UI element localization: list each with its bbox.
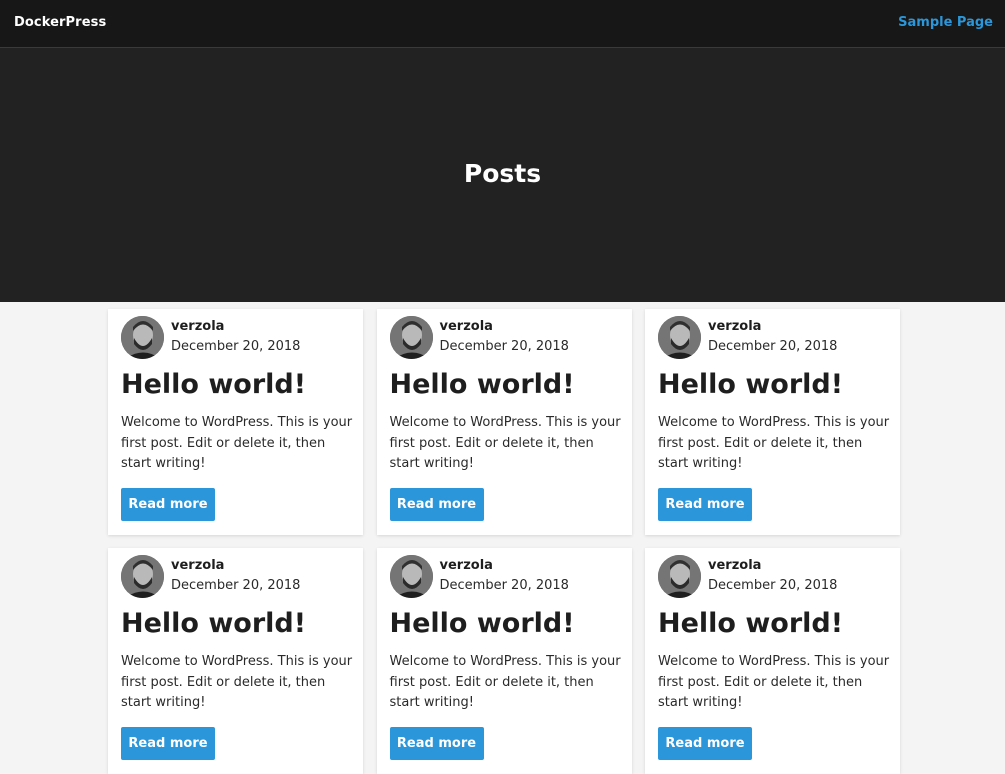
post-author[interactable]: verzola — [708, 319, 761, 335]
avatar-portrait-icon — [121, 555, 164, 598]
post-date: December 20, 2018 — [171, 578, 301, 593]
post-title[interactable]: Hello world! — [390, 368, 575, 402]
post-excerpt: Welcome to WordPress. This is your first… — [121, 415, 353, 471]
read-more-button[interactable]: Read more — [658, 488, 752, 521]
page-title: Posts — [463, 159, 542, 188]
read-more-button[interactable]: Read more — [121, 727, 215, 760]
post-excerpt: Welcome to WordPress. This is your first… — [389, 415, 621, 471]
nav-link-sample-page[interactable]: Sample Page — [898, 15, 993, 30]
post-title[interactable]: Hello world! — [658, 607, 843, 641]
post-date: December 20, 2018 — [708, 339, 838, 354]
avatar-portrait-icon — [658, 316, 701, 359]
avatar-portrait-icon — [389, 316, 433, 359]
hero-banner: Posts — [0, 48, 1005, 302]
author-avatar — [121, 555, 164, 598]
post-author[interactable]: verzola — [171, 319, 224, 335]
post-title[interactable]: Hello world! — [121, 607, 306, 641]
site-title-link[interactable]: DockerPress — [14, 15, 106, 30]
post-title[interactable]: Hello world! — [121, 368, 306, 402]
post-excerpt: Welcome to WordPress. This is your first… — [121, 654, 353, 710]
post-card: verzola December 20, 2018 Hello world! W… — [645, 548, 900, 774]
post-date: December 20, 2018 — [708, 578, 838, 593]
read-more-button[interactable]: Read more — [121, 488, 215, 521]
author-avatar — [389, 555, 433, 598]
post-card: verzola December 20, 2018 Hello world! W… — [376, 309, 632, 535]
post-card: verzola December 20, 2018 Hello world! W… — [108, 309, 363, 535]
post-date: December 20, 2018 — [439, 339, 569, 354]
post-excerpt: Welcome to WordPress. This is your first… — [389, 654, 621, 710]
post-date: December 20, 2018 — [171, 339, 301, 354]
post-date: December 20, 2018 — [439, 578, 569, 593]
author-avatar — [389, 316, 433, 359]
top-navigation-bar: DockerPress Sample Page — [0, 0, 1005, 48]
read-more-button[interactable]: Read more — [389, 488, 484, 521]
post-title[interactable]: Hello world! — [658, 368, 843, 402]
post-author[interactable]: verzola — [440, 558, 493, 574]
post-author[interactable]: verzola — [171, 558, 224, 574]
posts-grid: verzola December 20, 2018 Hello world! W… — [108, 309, 901, 774]
post-author[interactable]: verzola — [708, 558, 761, 574]
read-more-button[interactable]: Read more — [389, 727, 484, 760]
post-author[interactable]: verzola — [440, 319, 493, 335]
author-avatar — [658, 555, 701, 598]
post-excerpt: Welcome to WordPress. This is your first… — [658, 415, 890, 471]
post-title[interactable]: Hello world! — [390, 607, 575, 641]
post-card: verzola December 20, 2018 Hello world! W… — [645, 309, 900, 535]
post-excerpt: Welcome to WordPress. This is your first… — [658, 654, 890, 710]
avatar-portrait-icon — [658, 555, 701, 598]
read-more-button[interactable]: Read more — [658, 727, 752, 760]
avatar-portrait-icon — [121, 316, 164, 359]
author-avatar — [121, 316, 164, 359]
avatar-portrait-icon — [389, 555, 433, 598]
author-avatar — [658, 316, 701, 359]
post-card: verzola December 20, 2018 Hello world! W… — [376, 548, 632, 774]
post-card: verzola December 20, 2018 Hello world! W… — [108, 548, 363, 774]
